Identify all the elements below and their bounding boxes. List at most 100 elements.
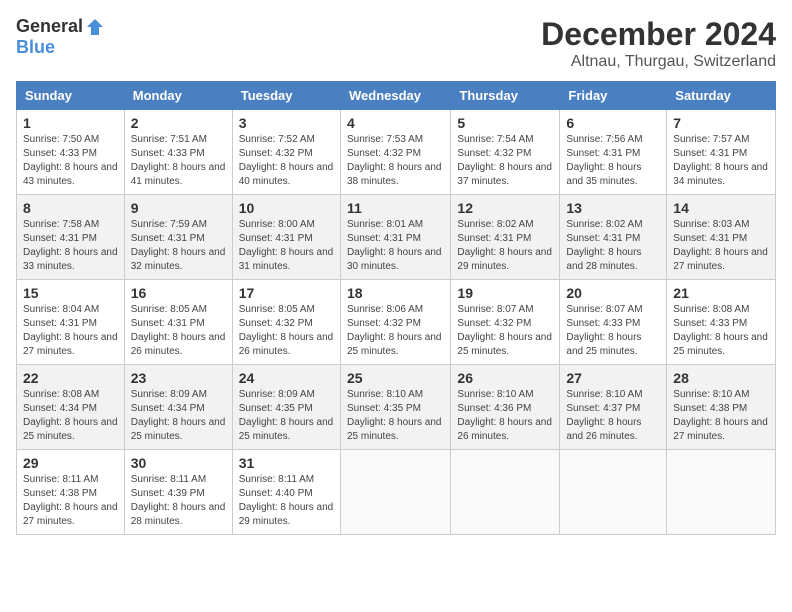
day-number: 11 — [347, 200, 444, 216]
calendar-table: SundayMondayTuesdayWednesdayThursdayFrid… — [16, 81, 776, 535]
weekday-header: Wednesday — [340, 82, 450, 110]
day-number: 31 — [239, 455, 334, 471]
day-number: 22 — [23, 370, 118, 386]
calendar-day-cell: 24 Sunrise: 8:09 AMSunset: 4:35 PMDaylig… — [232, 365, 340, 450]
calendar-day-cell: 19 Sunrise: 8:07 AMSunset: 4:32 PMDaylig… — [451, 280, 560, 365]
calendar-day-cell: 25 Sunrise: 8:10 AMSunset: 4:35 PMDaylig… — [340, 365, 450, 450]
day-number: 7 — [673, 115, 769, 131]
calendar-day-cell: 8 Sunrise: 7:58 AMSunset: 4:31 PMDayligh… — [17, 195, 125, 280]
calendar-day-cell: 2 Sunrise: 7:51 AMSunset: 4:33 PMDayligh… — [124, 110, 232, 195]
day-number: 29 — [23, 455, 118, 471]
calendar-day-cell — [667, 450, 776, 535]
calendar-day-cell: 26 Sunrise: 8:10 AMSunset: 4:36 PMDaylig… — [451, 365, 560, 450]
day-number: 21 — [673, 285, 769, 301]
calendar-day-cell: 21 Sunrise: 8:08 AMSunset: 4:33 PMDaylig… — [667, 280, 776, 365]
day-number: 8 — [23, 200, 118, 216]
weekday-header: Monday — [124, 82, 232, 110]
calendar-day-cell: 15 Sunrise: 8:04 AMSunset: 4:31 PMDaylig… — [17, 280, 125, 365]
calendar-day-cell: 17 Sunrise: 8:05 AMSunset: 4:32 PMDaylig… — [232, 280, 340, 365]
day-info: Sunrise: 8:00 AMSunset: 4:31 PMDaylight:… — [239, 219, 334, 272]
day-number: 25 — [347, 370, 444, 386]
day-info: Sunrise: 8:06 AMSunset: 4:32 PMDaylight:… — [347, 304, 442, 357]
calendar-day-cell: 29 Sunrise: 8:11 AMSunset: 4:38 PMDaylig… — [17, 450, 125, 535]
calendar-day-cell: 7 Sunrise: 7:57 AMSunset: 4:31 PMDayligh… — [667, 110, 776, 195]
day-number: 12 — [457, 200, 553, 216]
day-number: 13 — [566, 200, 660, 216]
calendar-day-cell: 23 Sunrise: 8:09 AMSunset: 4:34 PMDaylig… — [124, 365, 232, 450]
calendar-day-cell: 9 Sunrise: 7:59 AMSunset: 4:31 PMDayligh… — [124, 195, 232, 280]
day-number: 4 — [347, 115, 444, 131]
weekday-header: Saturday — [667, 82, 776, 110]
day-info: Sunrise: 8:02 AMSunset: 4:31 PMDaylight:… — [457, 219, 552, 272]
day-number: 6 — [566, 115, 660, 131]
calendar-week-row: 1 Sunrise: 7:50 AMSunset: 4:33 PMDayligh… — [17, 110, 776, 195]
calendar-day-cell: 1 Sunrise: 7:50 AMSunset: 4:33 PMDayligh… — [17, 110, 125, 195]
day-number: 24 — [239, 370, 334, 386]
title-area: December 2024 Altnau, Thurgau, Switzerla… — [541, 16, 776, 71]
day-info: Sunrise: 8:08 AMSunset: 4:34 PMDaylight:… — [23, 389, 118, 442]
calendar-day-cell: 20 Sunrise: 8:07 AMSunset: 4:33 PMDaylig… — [560, 280, 667, 365]
day-number: 3 — [239, 115, 334, 131]
day-number: 15 — [23, 285, 118, 301]
calendar-day-cell: 5 Sunrise: 7:54 AMSunset: 4:32 PMDayligh… — [451, 110, 560, 195]
day-number: 9 — [131, 200, 226, 216]
day-info: Sunrise: 8:10 AMSunset: 4:35 PMDaylight:… — [347, 389, 442, 442]
calendar-day-cell: 18 Sunrise: 8:06 AMSunset: 4:32 PMDaylig… — [340, 280, 450, 365]
day-number: 16 — [131, 285, 226, 301]
day-number: 20 — [566, 285, 660, 301]
day-info: Sunrise: 8:04 AMSunset: 4:31 PMDaylight:… — [23, 304, 118, 357]
day-info: Sunrise: 8:03 AMSunset: 4:31 PMDaylight:… — [673, 219, 768, 272]
day-number: 19 — [457, 285, 553, 301]
weekday-header: Tuesday — [232, 82, 340, 110]
calendar-day-cell: 12 Sunrise: 8:02 AMSunset: 4:31 PMDaylig… — [451, 195, 560, 280]
day-number: 28 — [673, 370, 769, 386]
calendar-day-cell: 13 Sunrise: 8:02 AMSunset: 4:31 PMDaylig… — [560, 195, 667, 280]
day-info: Sunrise: 8:01 AMSunset: 4:31 PMDaylight:… — [347, 219, 442, 272]
calendar-day-cell: 27 Sunrise: 8:10 AMSunset: 4:37 PMDaylig… — [560, 365, 667, 450]
calendar-day-cell — [560, 450, 667, 535]
day-info: Sunrise: 7:53 AMSunset: 4:32 PMDaylight:… — [347, 134, 442, 187]
day-number: 14 — [673, 200, 769, 216]
day-info: Sunrise: 7:54 AMSunset: 4:32 PMDaylight:… — [457, 134, 552, 187]
day-info: Sunrise: 8:11 AMSunset: 4:40 PMDaylight:… — [239, 474, 334, 527]
day-info: Sunrise: 7:56 AMSunset: 4:31 PMDaylight:… — [566, 134, 642, 187]
day-number: 26 — [457, 370, 553, 386]
weekday-header: Sunday — [17, 82, 125, 110]
calendar-week-row: 29 Sunrise: 8:11 AMSunset: 4:38 PMDaylig… — [17, 450, 776, 535]
calendar-day-cell: 4 Sunrise: 7:53 AMSunset: 4:32 PMDayligh… — [340, 110, 450, 195]
day-info: Sunrise: 8:05 AMSunset: 4:32 PMDaylight:… — [239, 304, 334, 357]
location-subtitle: Altnau, Thurgau, Switzerland — [541, 53, 776, 71]
calendar-day-cell: 11 Sunrise: 8:01 AMSunset: 4:31 PMDaylig… — [340, 195, 450, 280]
day-number: 18 — [347, 285, 444, 301]
day-number: 5 — [457, 115, 553, 131]
day-info: Sunrise: 8:05 AMSunset: 4:31 PMDaylight:… — [131, 304, 226, 357]
month-title: December 2024 — [541, 16, 776, 53]
calendar-day-cell: 31 Sunrise: 8:11 AMSunset: 4:40 PMDaylig… — [232, 450, 340, 535]
weekday-header: Friday — [560, 82, 667, 110]
calendar-day-cell: 22 Sunrise: 8:08 AMSunset: 4:34 PMDaylig… — [17, 365, 125, 450]
day-info: Sunrise: 8:10 AMSunset: 4:38 PMDaylight:… — [673, 389, 768, 442]
calendar-day-cell: 16 Sunrise: 8:05 AMSunset: 4:31 PMDaylig… — [124, 280, 232, 365]
day-number: 17 — [239, 285, 334, 301]
weekday-header: Thursday — [451, 82, 560, 110]
day-info: Sunrise: 7:51 AMSunset: 4:33 PMDaylight:… — [131, 134, 226, 187]
calendar-day-cell: 30 Sunrise: 8:11 AMSunset: 4:39 PMDaylig… — [124, 450, 232, 535]
logo: General Blue — [16, 16, 105, 58]
day-info: Sunrise: 8:02 AMSunset: 4:31 PMDaylight:… — [566, 219, 642, 272]
calendar-day-cell: 14 Sunrise: 8:03 AMSunset: 4:31 PMDaylig… — [667, 195, 776, 280]
day-number: 23 — [131, 370, 226, 386]
calendar-day-cell: 28 Sunrise: 8:10 AMSunset: 4:38 PMDaylig… — [667, 365, 776, 450]
logo-blue-text: Blue — [16, 37, 55, 58]
day-info: Sunrise: 7:58 AMSunset: 4:31 PMDaylight:… — [23, 219, 118, 272]
day-number: 10 — [239, 200, 334, 216]
day-info: Sunrise: 8:09 AMSunset: 4:35 PMDaylight:… — [239, 389, 334, 442]
calendar-header-row: SundayMondayTuesdayWednesdayThursdayFrid… — [17, 82, 776, 110]
logo-icon — [85, 17, 105, 37]
day-number: 2 — [131, 115, 226, 131]
calendar-week-row: 22 Sunrise: 8:08 AMSunset: 4:34 PMDaylig… — [17, 365, 776, 450]
day-info: Sunrise: 8:07 AMSunset: 4:33 PMDaylight:… — [566, 304, 642, 357]
day-info: Sunrise: 8:10 AMSunset: 4:36 PMDaylight:… — [457, 389, 552, 442]
day-info: Sunrise: 8:07 AMSunset: 4:32 PMDaylight:… — [457, 304, 552, 357]
page-header: General Blue December 2024 Altnau, Thurg… — [16, 16, 776, 71]
calendar-week-row: 8 Sunrise: 7:58 AMSunset: 4:31 PMDayligh… — [17, 195, 776, 280]
